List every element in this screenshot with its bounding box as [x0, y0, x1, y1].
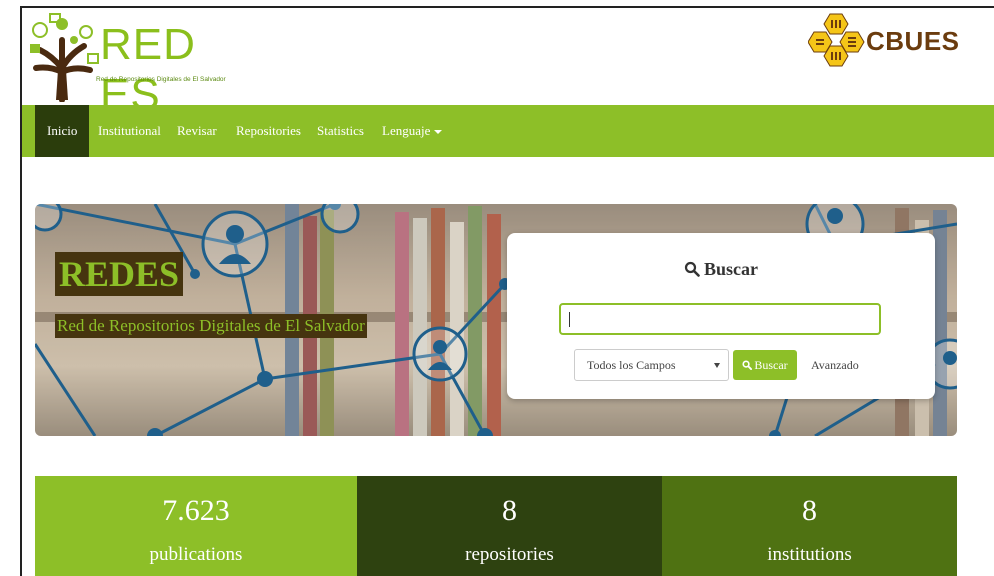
stat-institutions[interactable]: 8 institutions [662, 476, 957, 576]
stat-publications[interactable]: 7.623 publications [35, 476, 357, 576]
text-cursor [569, 312, 570, 327]
nav-item-inicio[interactable]: Inicio [35, 105, 90, 157]
cbues-text: CBUES [866, 26, 960, 56]
nav-item-statistics[interactable]: Statistics [305, 105, 376, 157]
stat-label: repositories [465, 544, 554, 565]
nav-item-revisar[interactable]: Revisar [165, 105, 229, 157]
caret-down-icon [434, 130, 443, 135]
redes-logo[interactable]: RED ES Red de Repositorios Digitales de … [26, 10, 236, 119]
cbues-logo[interactable]: CBUES [808, 12, 959, 68]
logo-subtitle: Red de Repositorios Digitales de El Salv… [96, 76, 226, 83]
stat-label: institutions [767, 544, 852, 565]
chevron-down-icon [714, 363, 720, 368]
stat-value: 7.623 [162, 494, 230, 527]
hero-subtitle: Red de Repositorios Digitales de El Salv… [55, 314, 367, 338]
search-title-label: Buscar [704, 259, 758, 279]
honeycomb-icon [808, 13, 865, 67]
search-card: Buscar Todos los Campos Buscar Avanzado [507, 233, 935, 399]
stat-value: 8 [802, 494, 817, 527]
search-icon [684, 261, 700, 277]
search-button-label: Buscar [754, 358, 788, 372]
advanced-search-link[interactable]: Avanzado [811, 350, 859, 380]
search-title: Buscar [507, 259, 935, 280]
search-button[interactable]: Buscar [733, 350, 797, 380]
search-input[interactable] [559, 303, 881, 335]
main-nav: Inicio Institutional Revisar Repositorie… [22, 105, 994, 157]
nav-item-lenguaje[interactable]: Lenguaje [370, 105, 454, 157]
nav-item-lenguaje-label: Lenguaje [382, 123, 431, 138]
stat-label: publications [149, 544, 243, 565]
tree-logo-icon [30, 13, 99, 102]
stat-value: 8 [502, 494, 517, 527]
hero-title: REDES [55, 252, 184, 296]
page-frame: RED ES Red de Repositorios Digitales de … [20, 6, 994, 576]
stat-repositories[interactable]: 8 repositories [357, 476, 662, 576]
search-field-selected: Todos los Campos [587, 358, 676, 372]
site-header: RED ES Red de Repositorios Digitales de … [22, 8, 994, 119]
search-icon [742, 360, 753, 370]
nav-item-repositories[interactable]: Repositories [224, 105, 313, 157]
search-field-select[interactable]: Todos los Campos [574, 349, 729, 381]
nav-item-institutional[interactable]: Institutional [86, 105, 173, 157]
